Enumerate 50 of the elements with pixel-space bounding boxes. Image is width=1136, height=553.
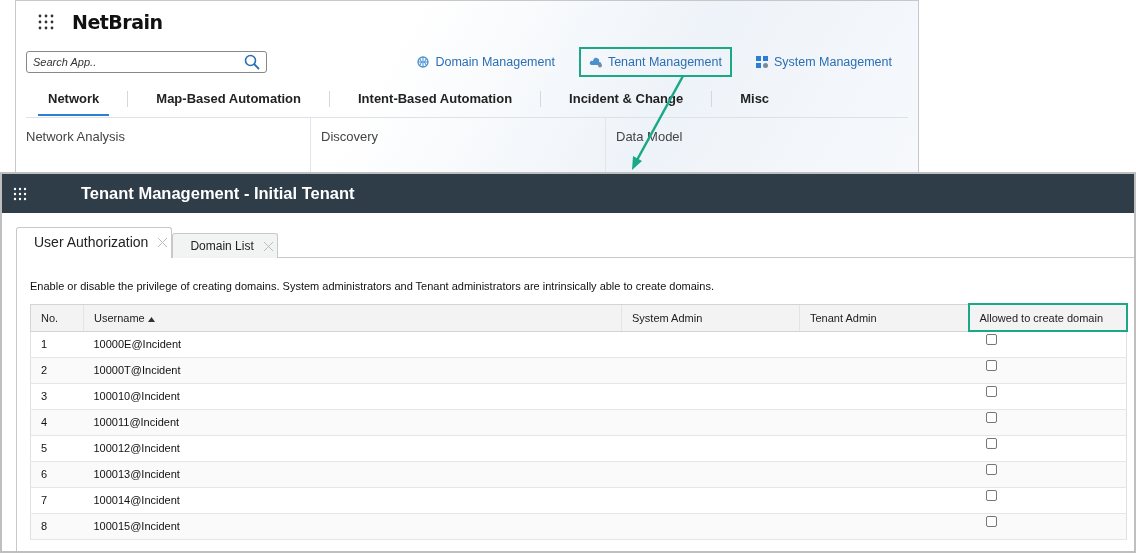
table-cell: 3 bbox=[30, 383, 84, 409]
column-header[interactable]: System Admin bbox=[621, 304, 800, 331]
table-cell: 100011@Incident bbox=[83, 409, 622, 435]
checkbox[interactable] bbox=[985, 411, 997, 423]
checkbox[interactable] bbox=[985, 437, 997, 449]
checkbox[interactable] bbox=[985, 515, 997, 527]
cloud-icon bbox=[588, 56, 603, 68]
tab[interactable]: Domain List bbox=[172, 233, 278, 258]
table-cell: 8 bbox=[30, 513, 84, 539]
app-link[interactable]: Tenant Management bbox=[578, 47, 732, 77]
table-cell: 5 bbox=[30, 435, 84, 461]
table-cell: 100015@Incident bbox=[83, 513, 622, 539]
table-cell: 4 bbox=[30, 409, 84, 435]
checkbox[interactable] bbox=[985, 463, 997, 475]
category-tab[interactable]: Network bbox=[38, 82, 110, 116]
table-cell: 100010@Incident bbox=[83, 383, 622, 409]
table-cell: 100013@Incident bbox=[83, 461, 622, 487]
app-grid-icon[interactable] bbox=[38, 14, 54, 30]
tiles-icon bbox=[755, 55, 769, 69]
column-header[interactable]: Tenant Admin bbox=[799, 304, 969, 331]
globe-icon bbox=[417, 55, 431, 69]
logo: NetBrain bbox=[72, 11, 163, 33]
checkbox[interactable] bbox=[985, 334, 997, 345]
app-grid-icon[interactable] bbox=[13, 186, 27, 201]
table-cell: 7 bbox=[30, 487, 84, 513]
search-field[interactable]: Search App.. bbox=[26, 50, 267, 73]
category-tab[interactable]: Map-Based Automation bbox=[146, 82, 311, 116]
search-icon[interactable] bbox=[244, 53, 260, 70]
table-cell: 2 bbox=[30, 357, 84, 383]
table-cell: 6 bbox=[30, 461, 84, 487]
window-title: Tenant Management - Initial Tenant bbox=[81, 184, 355, 203]
table-cell: 100014@Incident bbox=[83, 487, 622, 513]
checkbox[interactable] bbox=[985, 385, 997, 397]
description-text: Enable or disable the privilege of creating domains. System administrators and Tenant administrators are intrinsically able to create domains. bbox=[30, 280, 715, 292]
checkbox[interactable] bbox=[985, 359, 997, 371]
app-link[interactable]: Domain Management bbox=[407, 47, 565, 77]
table-cell: 10000T@Incident bbox=[83, 357, 622, 383]
table-cell: 100012@Incident bbox=[83, 435, 622, 461]
checkbox[interactable] bbox=[985, 489, 997, 501]
table-cell: 1 bbox=[30, 331, 84, 357]
column-header[interactable]: Username bbox=[83, 304, 622, 331]
column-header[interactable]: Allowed to create domain bbox=[968, 304, 1127, 331]
section-title: Discovery bbox=[321, 129, 380, 144]
tab[interactable]: User Authorization bbox=[16, 227, 173, 258]
category-tab[interactable]: Misc bbox=[730, 82, 780, 116]
section-title: Network Analysis bbox=[26, 129, 126, 144]
category-tab[interactable]: Intent-Based Automation bbox=[348, 82, 523, 116]
table-cell: 10000E@Incident bbox=[83, 331, 622, 357]
column-header[interactable]: No. bbox=[30, 304, 84, 331]
app-link[interactable]: System Management bbox=[745, 47, 902, 77]
